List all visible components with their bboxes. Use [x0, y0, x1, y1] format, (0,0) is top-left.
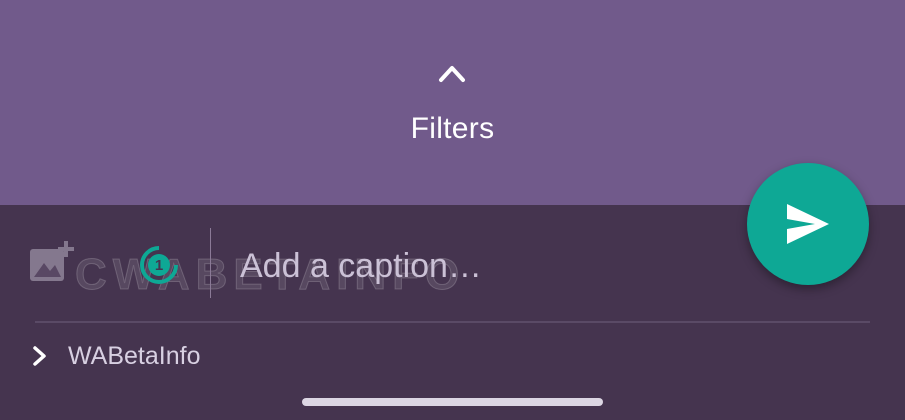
- send-icon: [787, 204, 829, 244]
- view-once-number: 1: [155, 257, 163, 274]
- filters-panel[interactable]: Filters: [0, 0, 905, 205]
- send-button[interactable]: [747, 163, 869, 285]
- chevron-right-icon: [33, 346, 46, 366]
- chevron-up-icon[interactable]: [438, 63, 466, 83]
- divider: [35, 321, 870, 323]
- view-once-icon[interactable]: 1: [137, 243, 181, 287]
- recipient-row[interactable]: WABetaInfo: [30, 338, 200, 374]
- caption-input[interactable]: [240, 240, 720, 292]
- home-indicator[interactable]: [302, 398, 603, 406]
- filters-label[interactable]: Filters: [0, 112, 905, 146]
- caption-divider: [210, 228, 211, 298]
- recipient-label: WABetaInfo: [68, 341, 201, 370]
- add-photo-icon[interactable]: [28, 239, 78, 285]
